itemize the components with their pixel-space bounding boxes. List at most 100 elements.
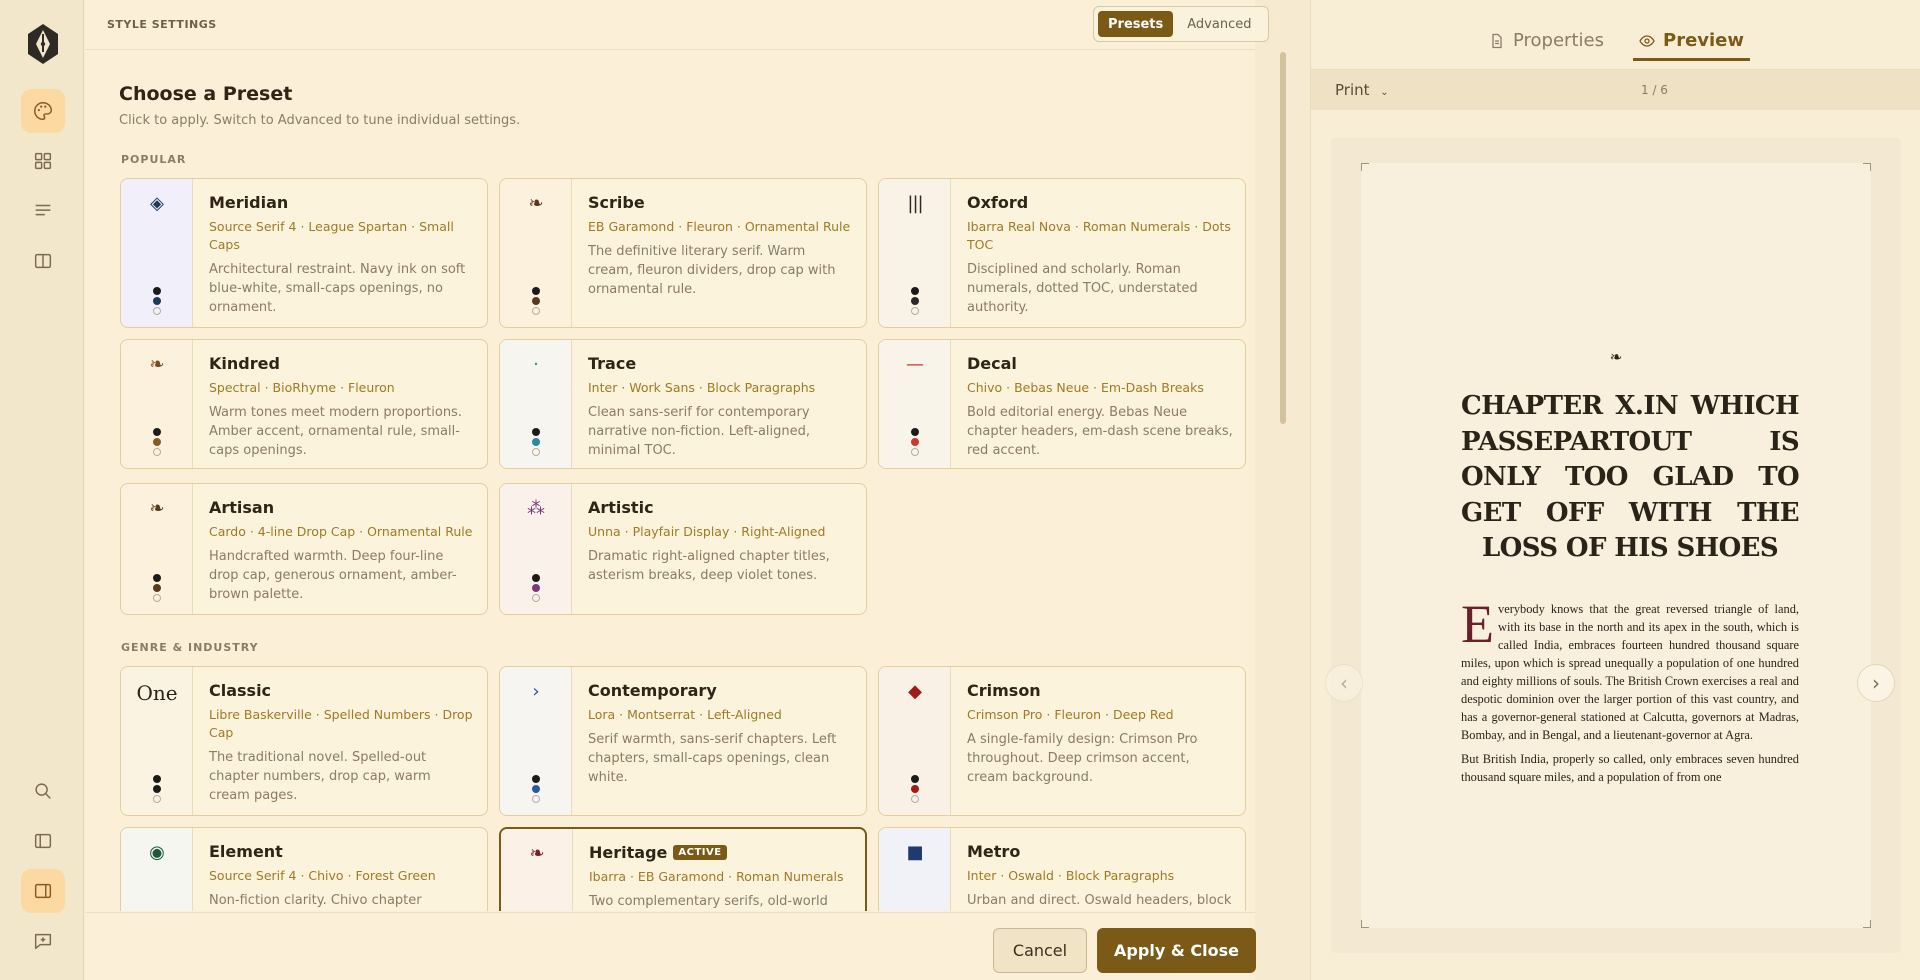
preview-toolbar: Print ⌄ 1 / 6	[1311, 70, 1920, 110]
presets-tab[interactable]: Presets	[1098, 11, 1174, 37]
preset-swatch: ◉	[121, 828, 193, 911]
preset-description: Serif warmth, sans-serif chapters. Left …	[588, 732, 837, 785]
preset-glyph-icon: ◆	[908, 681, 922, 702]
preset-description: A single-family design: Crimson Pro thro…	[967, 732, 1198, 785]
preset-fonts: EB Garamond · Fleuron · Ornamental Rule	[588, 219, 851, 234]
preset-description: Two complementary serifs, old-world	[589, 894, 828, 909]
preset-name-row: Scribe	[588, 193, 854, 212]
preset-info: Trace Inter · Work Sans · Block Paragraph…	[588, 354, 854, 460]
preset-glyph-icon: ❧	[528, 193, 544, 214]
preset-swatch: —	[879, 340, 951, 468]
preset-name-row: Kindred	[209, 354, 475, 373]
preset-swatch: ⁂	[500, 484, 572, 614]
preset-fonts: Crimson Pro · Fleuron · Deep Red	[967, 707, 1174, 722]
preset-name-row: Artisan	[209, 498, 475, 517]
next-page-button[interactable]: ›	[1857, 664, 1895, 702]
color-dot	[153, 428, 161, 436]
tab-properties[interactable]: Properties	[1489, 30, 1604, 51]
preset-card-artisan[interactable]: ❧ Artisan Cardo · 4-line Drop Cap · Orname…	[120, 483, 488, 615]
preset-name: Artisan	[209, 498, 275, 517]
color-dot	[153, 438, 161, 446]
color-dot-empty	[532, 594, 540, 602]
palette-icon	[34, 102, 52, 120]
preset-swatch: ›	[500, 667, 572, 815]
toggle-right-panel-button[interactable]	[21, 869, 65, 913]
cancel-button[interactable]: Cancel	[993, 928, 1087, 973]
preset-card-heritage[interactable]: ❧ Heritage ACTIVE Ibarra · EB Garamond · Ro…	[499, 827, 867, 911]
color-dots	[152, 574, 162, 602]
preset-swatch: ■	[879, 828, 951, 911]
preset-info: Meridian Source Serif 4 · League Spartan …	[209, 193, 475, 317]
book-button[interactable]	[21, 239, 65, 283]
preset-name: Contemporary	[588, 681, 717, 700]
preset-description: Architectural restraint. Navy ink on sof…	[209, 262, 466, 315]
preset-card-kindred[interactable]: ❧ Kindred Spectral · BioRhyme · Fleuron War…	[120, 339, 488, 469]
color-dot	[911, 428, 919, 436]
color-dot	[911, 287, 919, 295]
color-dot	[532, 775, 540, 783]
apply-close-button[interactable]: Apply & Close	[1097, 928, 1256, 973]
preset-description: Bold editorial energy. Bebas Neue chapte…	[967, 405, 1233, 458]
grid-button[interactable]	[21, 139, 65, 183]
section-subheading: Click to apply. Switch to Advanced to tu…	[119, 113, 521, 128]
chevron-down-icon: ⌄	[1380, 87, 1389, 98]
tab-preview[interactable]: Preview	[1632, 30, 1751, 61]
preset-card-element[interactable]: ◉ Element Source Serif 4 · Chivo · Forest …	[120, 827, 488, 911]
color-dot-empty	[532, 307, 540, 315]
color-dot-empty	[153, 448, 161, 456]
preset-card-classic[interactable]: One Classic Libre Baskerville · Spelled Nu…	[120, 666, 488, 816]
preset-card-artistic[interactable]: ⁂ Artistic Unna · Playfair Display · Right…	[499, 483, 867, 615]
prev-page-button[interactable]: ‹	[1325, 664, 1363, 702]
preset-description: Warm tones meet modern proportions. Ambe…	[209, 405, 462, 458]
preset-info: Oxford Ibarra Real Nova · Roman Numerals …	[967, 193, 1233, 317]
preset-swatch: ·	[500, 340, 572, 468]
active-badge: ACTIVE	[673, 845, 727, 860]
color-dot	[153, 574, 161, 582]
color-dot-empty	[532, 795, 540, 803]
preset-card-oxford[interactable]: ||| Oxford Ibarra Real Nova · Roman Numera…	[878, 178, 1246, 328]
preset-name: Crimson	[967, 681, 1041, 700]
preset-fonts: Inter · Oswald · Block Paragraphs	[967, 868, 1175, 883]
color-dot	[532, 785, 540, 793]
color-dot	[153, 785, 161, 793]
presets-scroll-area[interactable]: Choose a Preset Click to apply. Switch t…	[85, 51, 1255, 911]
search-button[interactable]	[21, 769, 65, 813]
outline-button[interactable]	[21, 189, 65, 233]
preset-name-row: Classic	[209, 681, 475, 700]
preset-name: Classic	[209, 681, 272, 700]
preview-tabs: Properties Preview	[1311, 0, 1920, 70]
preset-card-trace[interactable]: · Trace Inter · Work Sans · Block Paragrap…	[499, 339, 867, 469]
preset-glyph-icon: —	[906, 354, 924, 375]
color-dot	[911, 297, 919, 305]
color-dot-empty	[911, 448, 919, 456]
search-icon	[35, 783, 51, 799]
advanced-tab[interactable]: Advanced	[1177, 11, 1261, 37]
preset-name-row: Decal	[967, 354, 1233, 373]
chevron-left-icon: ‹	[1340, 671, 1348, 695]
book-open-icon	[34, 253, 52, 269]
left-rail	[0, 0, 84, 980]
preset-card-decal[interactable]: — Decal Chivo · Bebas Neue · Em-Dash Break…	[878, 339, 1246, 469]
toggle-left-panel-button[interactable]	[21, 819, 65, 863]
preset-card-metro[interactable]: ■ Metro Inter · Oswald · Block Paragraphs U…	[878, 827, 1246, 911]
color-dot	[153, 775, 161, 783]
app-logo[interactable]	[24, 22, 62, 66]
preset-name-row: Element	[209, 842, 475, 861]
color-dot	[911, 438, 919, 446]
preset-glyph-icon: ›	[532, 681, 540, 702]
style-palette-button[interactable]	[21, 89, 65, 133]
preset-card-crimson[interactable]: ◆ Crimson Crimson Pro · Fleuron · Deep Red…	[878, 666, 1246, 816]
preset-description: The traditional novel. Spelled-out chapt…	[209, 750, 431, 803]
preset-info: Element Source Serif 4 · Chivo · Forest G…	[209, 842, 475, 910]
tab-properties-label: Properties	[1513, 30, 1604, 51]
output-format-select[interactable]: Print ⌄	[1335, 81, 1389, 99]
preset-description: Clean sans-serif for contemporary narrat…	[588, 405, 811, 458]
comment-plus-icon	[34, 933, 52, 950]
preset-card-meridian[interactable]: ◈ Meridian Source Serif 4 · League Spartan…	[120, 178, 488, 328]
color-dot-empty	[153, 594, 161, 602]
preset-card-contemporary[interactable]: › Contemporary Lora · Montserrat · Left-Al…	[499, 666, 867, 816]
color-dot	[911, 785, 919, 793]
preset-card-scribe[interactable]: ❧ Scribe EB Garamond · Fleuron · Ornamenta…	[499, 178, 867, 328]
feedback-button[interactable]	[21, 919, 65, 963]
scrollbar[interactable]	[1280, 52, 1286, 424]
